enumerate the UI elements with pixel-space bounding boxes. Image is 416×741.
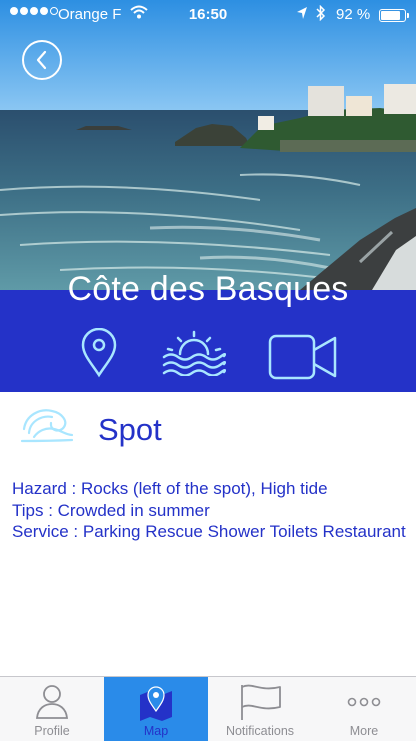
battery-icon (379, 9, 409, 22)
location-arrow-icon (296, 6, 308, 24)
flag-icon (241, 684, 281, 720)
service-text: Service : Parking Rescue Shower Toilets … (12, 522, 406, 541)
tab-notifications[interactable]: Notifications (208, 677, 312, 741)
tab-label: Profile (34, 724, 70, 738)
tab-label: Map (143, 724, 169, 738)
tab-profile[interactable]: Profile (0, 677, 104, 741)
tab-label: Notifications (225, 724, 295, 738)
map-pin-icon (140, 686, 172, 721)
spot-info: Hazard : Rocks (left of the spot), High … (12, 478, 408, 543)
ellipsis-icon (347, 697, 381, 707)
page-title: Côte des Basques (67, 270, 349, 308)
wave-icon (20, 405, 74, 448)
status-bar: Orange F 16:50 92 % (0, 0, 416, 28)
hero-photo (0, 0, 416, 290)
tab-bar: Profile Map Notifications More (0, 676, 416, 741)
tips-text: Tips : Crowded in summer (12, 500, 210, 520)
section-title: Spot (98, 412, 162, 447)
location-pin-icon[interactable] (80, 327, 118, 383)
sunset-icon[interactable] (162, 330, 227, 381)
tab-label: More (349, 724, 379, 738)
chevron-left-icon (36, 50, 47, 70)
battery-percentage: 92 % (336, 6, 371, 23)
video-camera-icon[interactable] (268, 334, 338, 385)
hazard-text: Hazard : Rocks (left of the spot), High … (12, 479, 328, 498)
tab-map[interactable]: Map (104, 677, 208, 741)
back-button[interactable] (22, 40, 62, 80)
bluetooth-icon (316, 4, 326, 25)
person-icon (36, 685, 68, 719)
tab-more[interactable]: More (312, 677, 416, 741)
